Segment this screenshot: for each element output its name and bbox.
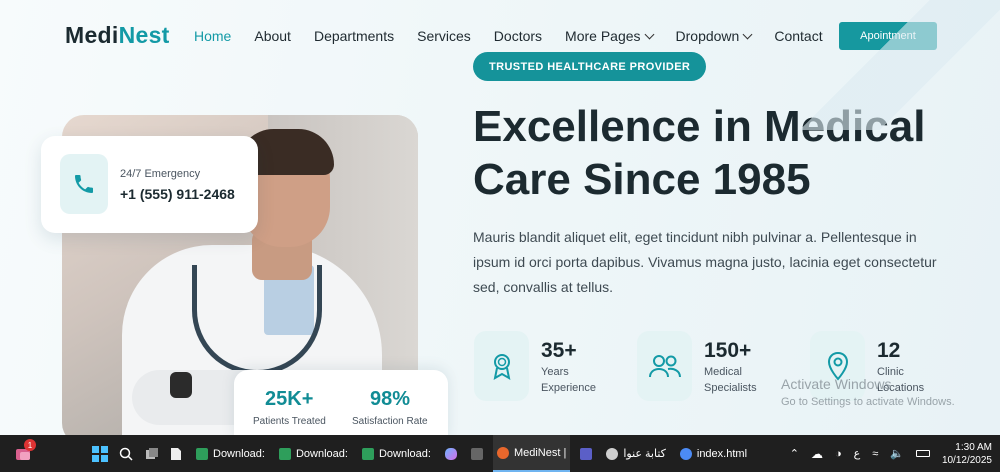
hero-description: Mauris blandit aliquet elit, eget tincid… xyxy=(473,229,937,295)
taskbar-app-label: Download: xyxy=(378,447,431,460)
taskbar-app-label: MediNest | xyxy=(513,446,567,459)
taskbar-app-media[interactable] xyxy=(467,435,487,472)
taskbar-app-label: Download: xyxy=(295,447,348,460)
hero-title: Excellence in Medical Care Since 1985 xyxy=(473,102,926,204)
trusted-badge: TRUSTED HEALTHCARE PROVIDER xyxy=(473,52,707,81)
taskbar: 1 Download: Download: Download: MediNest… xyxy=(0,435,1000,472)
locations-value: 12 xyxy=(877,339,901,362)
specialists-value: 150+ xyxy=(704,339,752,362)
file-icon xyxy=(171,447,181,460)
taskbar-app-label: كتابة عنوا xyxy=(623,448,666,460)
taskbar-apps: Download: Download: Download: MediNest |… xyxy=(192,435,751,472)
stats-card: 25K+ Patients Treated 98% Satisfaction R… xyxy=(234,370,448,435)
download-icon xyxy=(196,447,208,460)
nav-dropdown-label: Dropdown xyxy=(675,28,740,44)
start-button[interactable] xyxy=(92,435,108,472)
taskbar-app-label: Download: xyxy=(213,447,265,460)
chevron-down-icon xyxy=(644,29,654,39)
taskbar-app-download-1[interactable]: Download: xyxy=(192,435,269,472)
file-explorer-button[interactable] xyxy=(170,435,182,472)
teams-icon xyxy=(580,447,593,460)
taskbar-app-copilot[interactable] xyxy=(441,435,461,472)
nav-more-pages[interactable]: More Pages xyxy=(565,28,654,44)
watermark-subtitle: Go to Settings to activate Windows. xyxy=(781,396,955,408)
nav-contact-label: Contact xyxy=(774,28,823,44)
patients-value: 25K+ xyxy=(265,388,314,410)
wristwatch xyxy=(170,372,192,398)
years-label: Years Experience xyxy=(541,366,597,394)
emergency-label: 24/7 Emergency xyxy=(120,168,201,180)
chrome-icon xyxy=(679,447,692,460)
download-icon xyxy=(278,447,291,460)
nav-about-label: About xyxy=(254,28,291,44)
firefox-icon xyxy=(496,446,509,459)
language-indicator[interactable]: ع xyxy=(854,447,861,460)
taskbar-app-chrome[interactable]: index.html xyxy=(676,435,751,472)
patients-label: Patients Treated xyxy=(253,416,326,427)
nav-about[interactable]: About xyxy=(254,28,291,44)
main-nav: Home About Departments Services Doctors … xyxy=(194,28,846,44)
nav-departments-label: Departments xyxy=(313,28,395,44)
battery-icon[interactable] xyxy=(915,450,930,457)
wifi-icon[interactable]: ≈ xyxy=(872,448,878,460)
task-view-icon xyxy=(146,447,158,459)
clock-date: 10/12/2025 xyxy=(941,454,992,466)
chevron-up-icon[interactable]: ⌃ xyxy=(790,447,799,460)
appointment-button[interactable]: Apointment xyxy=(839,22,937,50)
taskbar-app-teams[interactable] xyxy=(576,435,596,472)
search-button[interactable] xyxy=(119,435,133,472)
system-tray: ⌃ ☁ ◑ ع ≈ 🔈 1:30 AM 10/12/2025 xyxy=(790,435,1000,472)
emergency-card: 24/7 Emergency +1 (555) 911-2468 xyxy=(41,136,258,233)
nav-services[interactable]: Services xyxy=(417,28,471,44)
nav-doctors-label: Doctors xyxy=(493,28,543,44)
task-view-button[interactable] xyxy=(145,435,159,472)
activation-watermark: Activate Windows Go to Settings to activ… xyxy=(781,376,955,408)
emergency-phone[interactable]: +1 (555) 911-2468 xyxy=(120,186,235,202)
nav-more-pages-label: More Pages xyxy=(565,28,641,44)
nav-dropdown[interactable]: Dropdown xyxy=(675,28,753,44)
chatgpt-icon xyxy=(606,447,619,460)
media-icon xyxy=(470,447,483,460)
logo[interactable]: MediNest xyxy=(65,22,170,49)
nav-home[interactable]: Home xyxy=(194,28,231,44)
taskbar-app-download-3[interactable]: Download: xyxy=(358,435,435,472)
volume-icon[interactable]: 🔈 xyxy=(890,447,904,460)
satisfaction-label: Satisfaction Rate xyxy=(352,416,428,427)
nav-contact[interactable]: Contact xyxy=(774,28,822,44)
chevron-down-icon xyxy=(742,29,753,39)
copilot-icon xyxy=(444,447,457,460)
taskbar-app-download-2[interactable]: Download: xyxy=(275,435,352,472)
users-icon xyxy=(637,331,692,401)
nav-doctors[interactable]: Doctors xyxy=(494,28,542,44)
award-icon xyxy=(474,331,529,401)
logo-part-medi: Medi xyxy=(65,22,119,48)
taskbar-app-label: index.html xyxy=(696,447,748,460)
clock-time: 1:30 AM xyxy=(955,441,992,453)
webpage: MediNest Home About Departments Services… xyxy=(0,0,1000,435)
clock[interactable]: 1:30 AM 10/12/2025 xyxy=(942,441,992,467)
nav-departments[interactable]: Departments xyxy=(314,28,394,44)
specialists-label: Medical Specialists xyxy=(704,366,757,394)
taskbar-app-chatgpt[interactable]: كتابة عنوا xyxy=(602,435,670,472)
years-value: 35+ xyxy=(541,339,577,362)
search-icon xyxy=(119,447,133,461)
logo-part-nest: Nest xyxy=(118,22,170,48)
download-icon xyxy=(361,447,374,460)
phone-icon xyxy=(60,154,108,214)
nav-services-label: Services xyxy=(417,28,471,44)
windows-icon xyxy=(92,445,108,462)
watermark-title: Activate Windows xyxy=(781,376,892,392)
security-icon[interactable]: ◑ xyxy=(835,448,842,460)
satisfaction-value: 98% xyxy=(370,388,411,410)
nav-home-label: Home xyxy=(194,28,232,44)
cloud-icon[interactable]: ☁ xyxy=(811,447,823,461)
taskbar-app-firefox[interactable]: MediNest | xyxy=(492,435,571,472)
notification-badge: 1 xyxy=(24,439,36,451)
